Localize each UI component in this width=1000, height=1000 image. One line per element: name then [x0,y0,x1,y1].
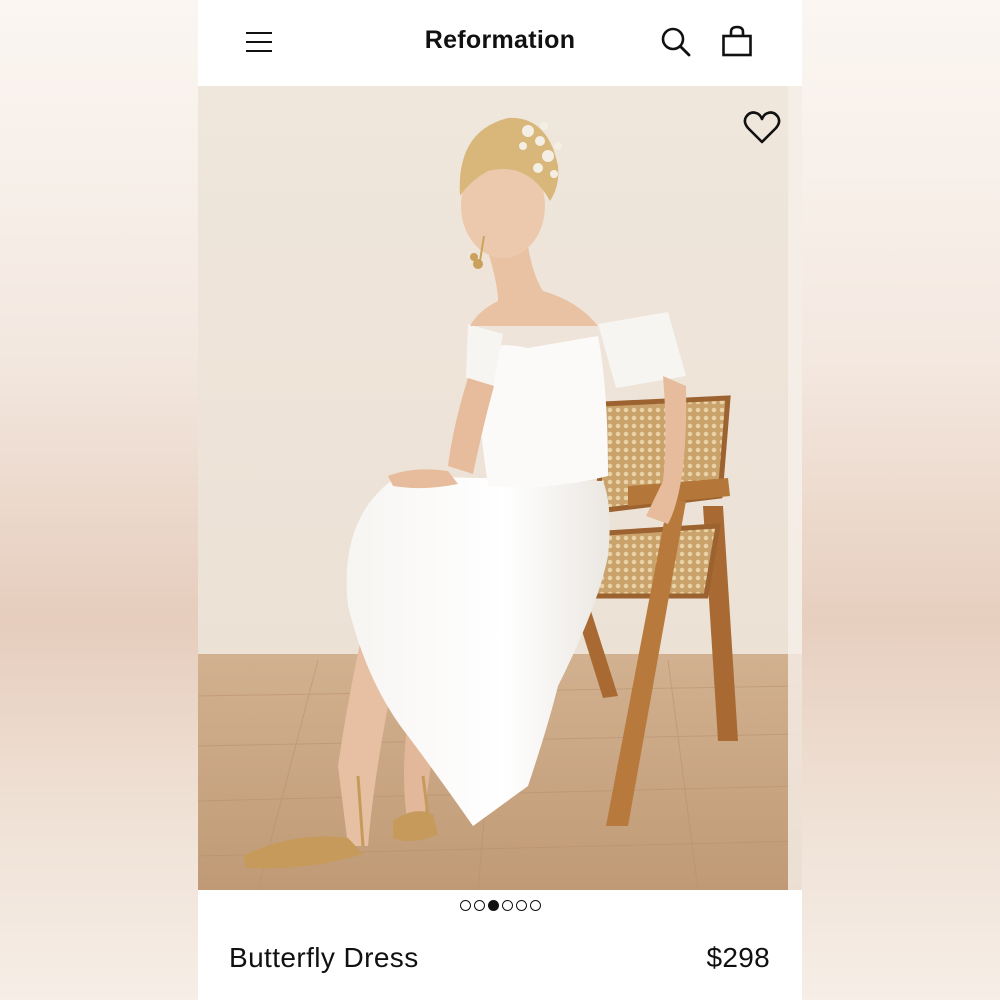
carousel-pagination [198,900,802,911]
carousel-dot[interactable] [501,900,513,911]
brand-logo[interactable]: Reformation [198,26,802,55]
product-image[interactable] [198,86,802,890]
carousel-dot-active[interactable] [487,900,499,911]
heart-icon[interactable] [742,110,782,146]
background-blur-left [0,0,198,1000]
carousel-dot[interactable] [529,900,541,911]
carousel-dot[interactable] [459,900,471,911]
top-navigation-bar: Reformation [198,0,802,86]
product-price: $298 [706,942,770,973]
product-name: Butterfly Dress [229,942,419,973]
carousel-dot[interactable] [473,900,485,911]
shopping-bag-icon[interactable] [721,24,753,58]
mobile-screen: Reformation Butterfly Dress $298 [198,0,802,1000]
carousel-dot[interactable] [515,900,527,911]
background-blur-right [802,0,1000,1000]
search-icon[interactable] [660,26,692,60]
